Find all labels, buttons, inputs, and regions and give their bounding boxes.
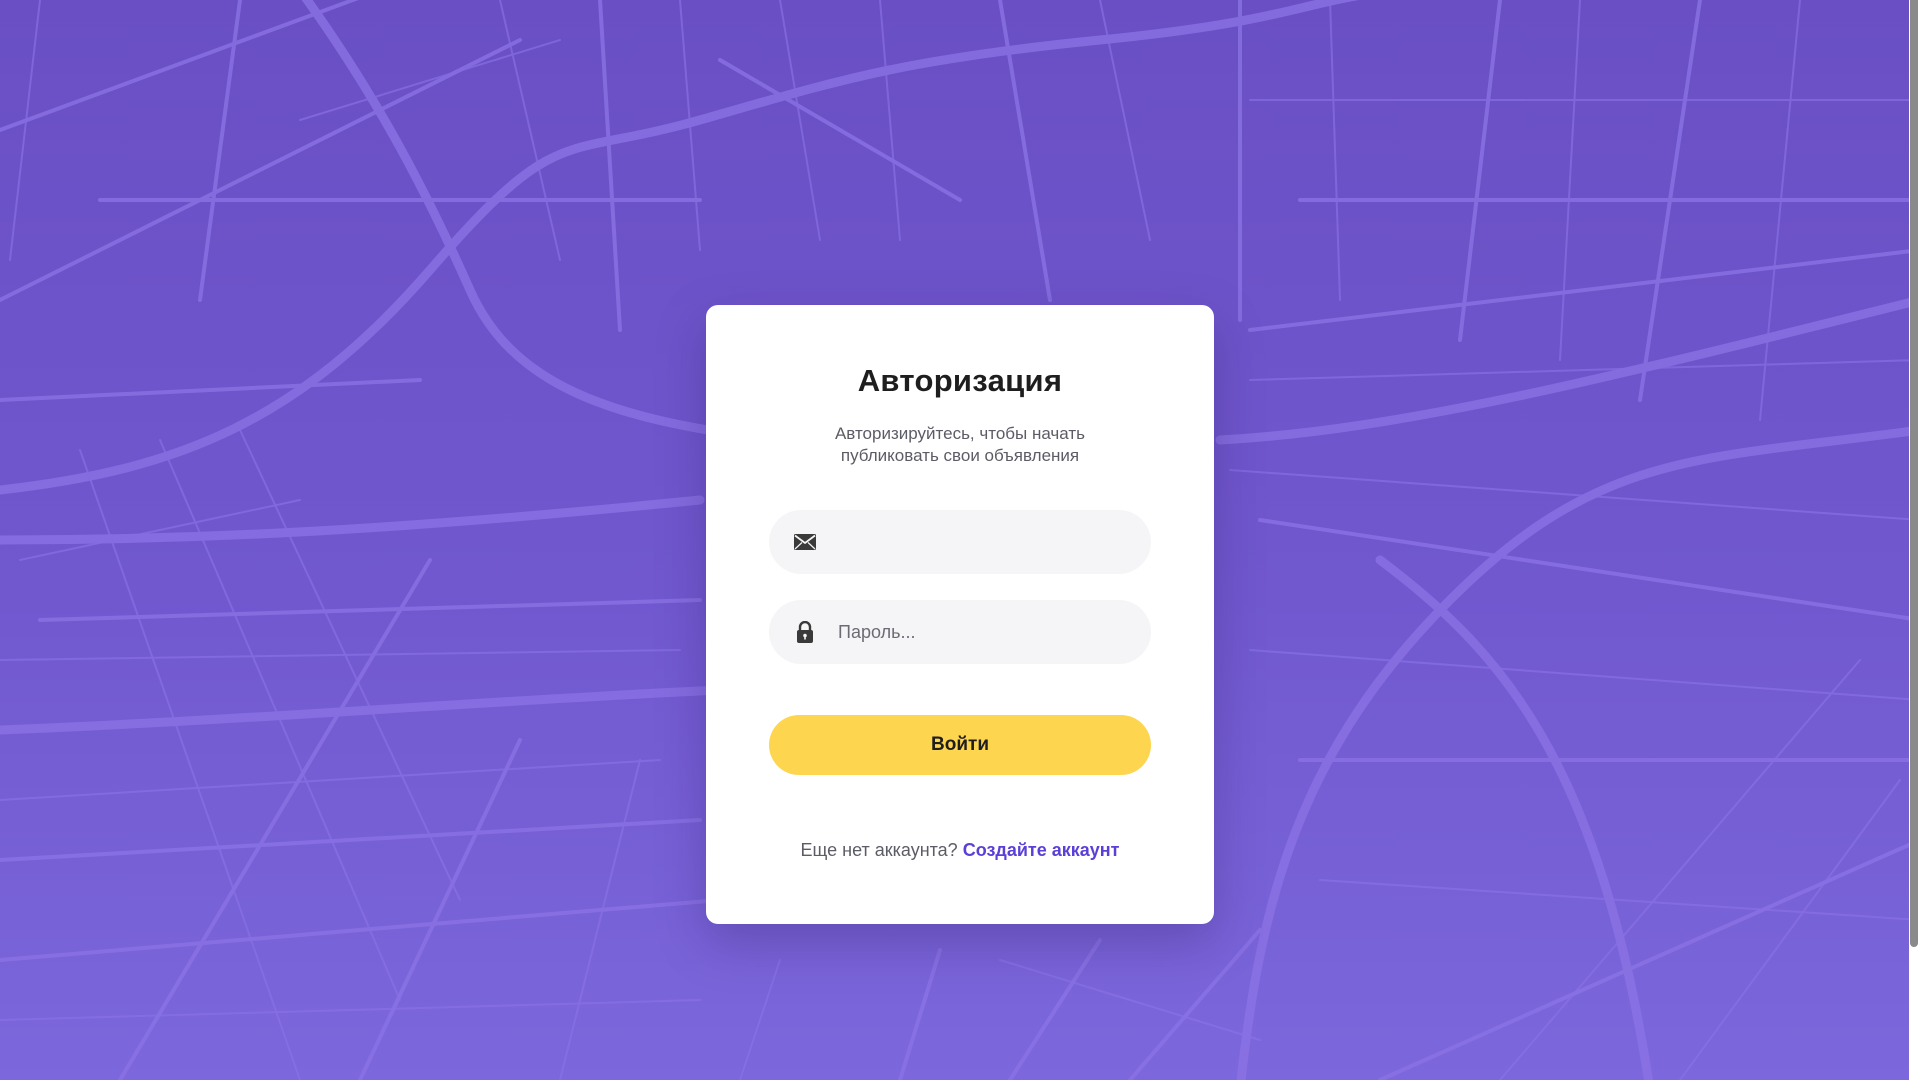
envelope-icon bbox=[793, 530, 817, 554]
scrollbar-thumb[interactable] bbox=[1910, 0, 1918, 947]
signup-prompt: Еще нет аккаунта? Создайте аккаунт bbox=[706, 840, 1214, 861]
lock-icon bbox=[793, 620, 817, 644]
login-card: Авторизация Авторизируйтесь, чтобы начат… bbox=[706, 305, 1214, 924]
scrollbar-track[interactable] bbox=[1909, 0, 1920, 1080]
password-field[interactable] bbox=[769, 600, 1151, 664]
signup-link[interactable]: Создайте аккаунт bbox=[963, 840, 1120, 860]
signup-prompt-text: Еще нет аккаунта? bbox=[800, 840, 958, 860]
email-field[interactable] bbox=[769, 510, 1151, 574]
login-page: Авторизация Авторизируйтесь, чтобы начат… bbox=[0, 0, 1920, 1080]
login-button[interactable]: Войти bbox=[769, 715, 1151, 775]
email-input[interactable] bbox=[838, 522, 1138, 562]
password-input[interactable] bbox=[838, 612, 1138, 652]
page-subtitle: Авторизируйтесь, чтобы начать публиковат… bbox=[834, 424, 1086, 465]
page-title: Авторизация bbox=[857, 363, 1063, 398]
